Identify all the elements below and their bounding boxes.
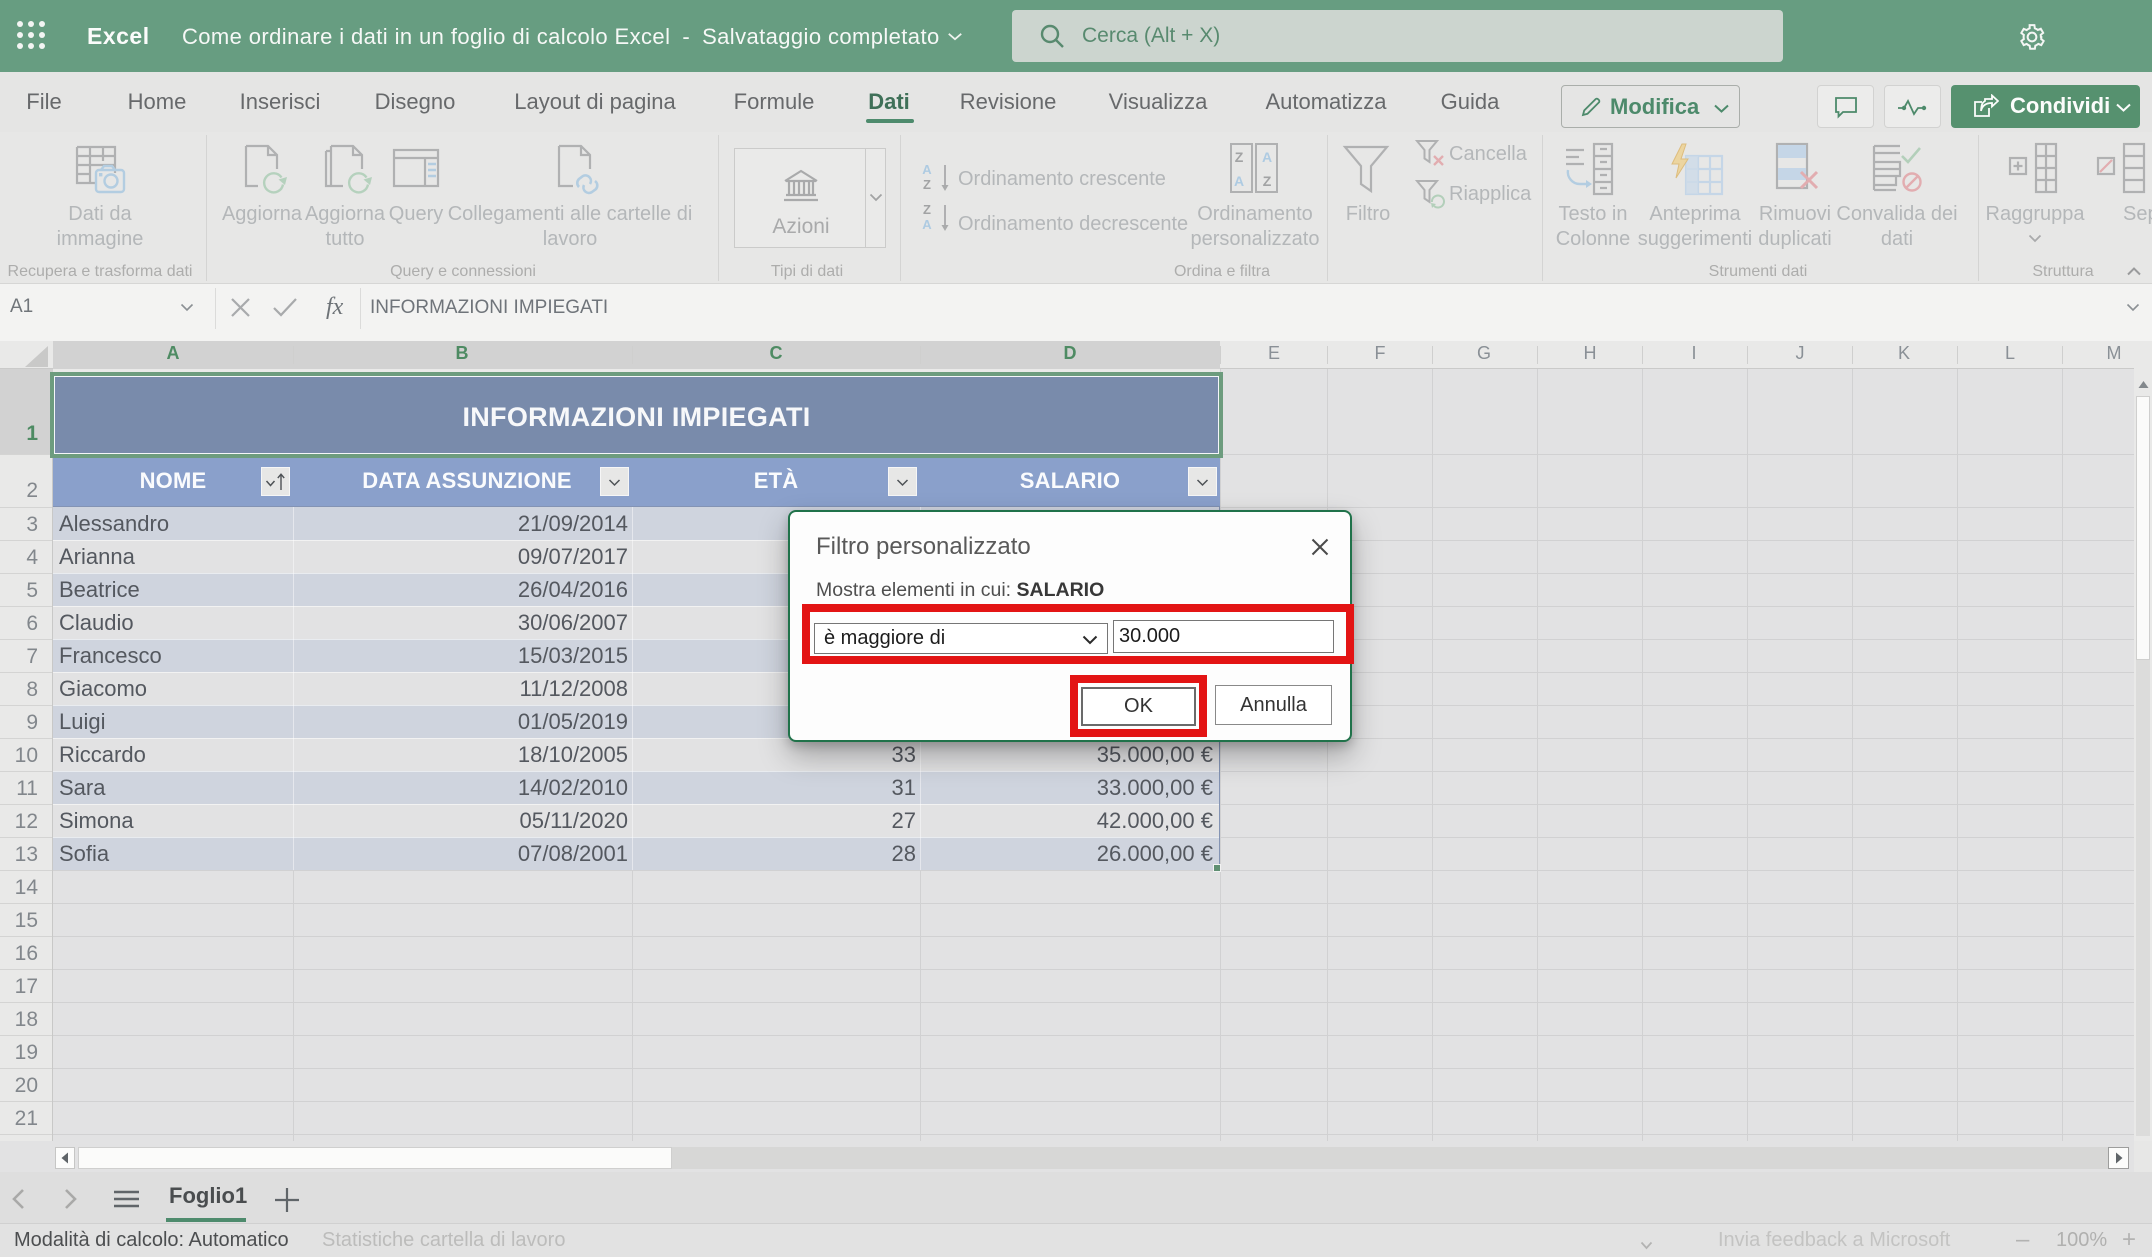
svg-text:Z: Z (1235, 149, 1244, 165)
svg-text:A: A (1234, 173, 1244, 189)
svg-text:Z: Z (923, 177, 931, 192)
svg-text:A: A (1262, 149, 1272, 165)
svg-text:Z: Z (1263, 173, 1272, 189)
svg-text:A: A (922, 162, 932, 177)
svg-text:Z: Z (923, 202, 931, 217)
svg-text:A: A (922, 217, 932, 232)
